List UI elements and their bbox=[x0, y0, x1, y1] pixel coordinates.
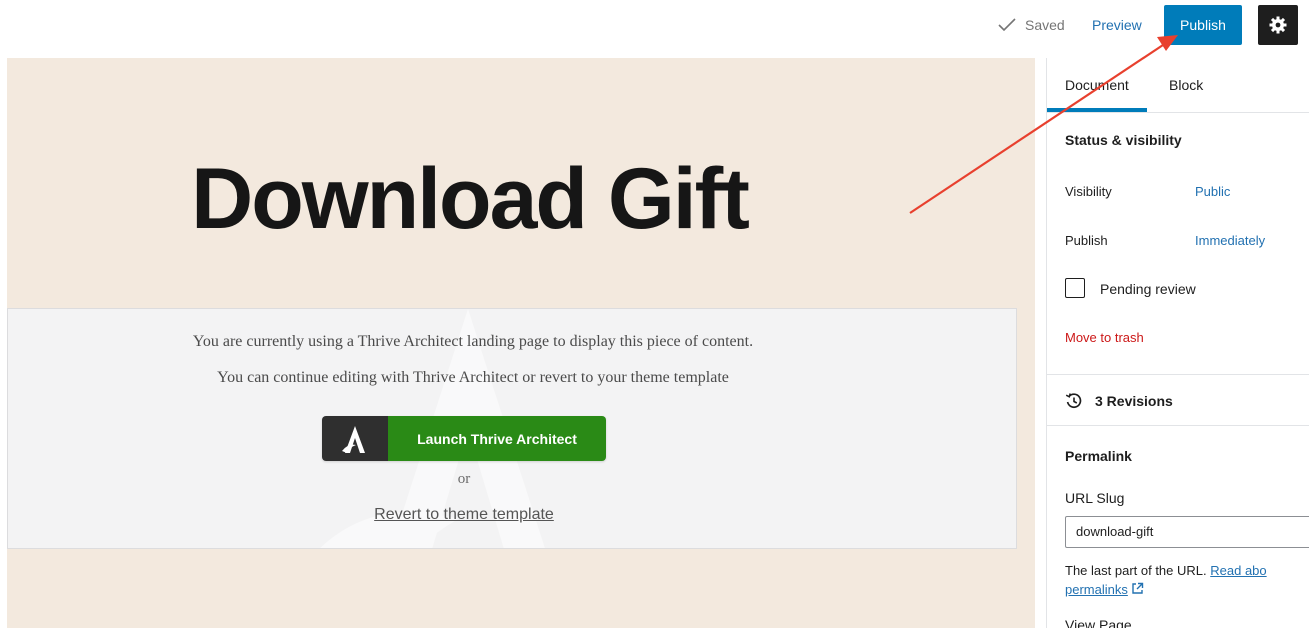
url-slug-input[interactable]: download-gift bbox=[1065, 516, 1309, 548]
move-to-trash-link[interactable]: Move to trash bbox=[1065, 330, 1144, 345]
status-visibility-heading[interactable]: Status & visibility bbox=[1065, 132, 1182, 148]
tab-block[interactable]: Block bbox=[1169, 77, 1203, 93]
editor-header: Saved Preview Publish bbox=[0, 0, 1309, 52]
settings-sidebar: Document Block Status & visibility Visib… bbox=[1046, 58, 1309, 628]
pending-review-checkbox[interactable] bbox=[1065, 278, 1085, 298]
publish-button[interactable]: Publish bbox=[1164, 5, 1242, 45]
page-title[interactable]: Download Gift bbox=[7, 156, 932, 242]
read-about-link[interactable]: Read abo bbox=[1210, 563, 1266, 578]
thrive-logo-icon bbox=[322, 416, 388, 461]
history-icon bbox=[1065, 393, 1082, 409]
divider bbox=[1047, 374, 1309, 375]
notice-line-1: You are currently using a Thrive Archite… bbox=[192, 333, 754, 350]
visibility-label: Visibility bbox=[1065, 184, 1112, 199]
checkmark-icon bbox=[998, 18, 1016, 32]
external-link-icon bbox=[1132, 582, 1144, 594]
url-slug-label: URL Slug bbox=[1065, 490, 1125, 506]
launch-thrive-architect-button[interactable]: Launch Thrive Architect bbox=[322, 416, 606, 461]
active-tab-indicator bbox=[1047, 108, 1147, 112]
pending-review-label[interactable]: Pending review bbox=[1100, 281, 1196, 297]
divider bbox=[1047, 425, 1309, 426]
revisions-label: 3 Revisions bbox=[1095, 393, 1173, 409]
saved-status: Saved bbox=[998, 14, 1065, 36]
notice-line-2: You can continue editing with Thrive Arc… bbox=[217, 369, 729, 386]
permalink-help-text: The last part of the URL. Read abo perma… bbox=[1065, 561, 1309, 599]
revert-template-link[interactable]: Revert to theme template bbox=[8, 506, 920, 524]
visibility-value[interactable]: Public bbox=[1195, 184, 1230, 199]
permalink-heading[interactable]: Permalink bbox=[1065, 448, 1132, 464]
or-separator: or bbox=[457, 471, 471, 487]
saved-label: Saved bbox=[1025, 17, 1065, 33]
sidebar-tabs: Document Block bbox=[1047, 58, 1309, 113]
revisions-link[interactable]: 3 Revisions bbox=[1065, 392, 1173, 410]
tab-document[interactable]: Document bbox=[1065, 77, 1129, 93]
settings-button[interactable] bbox=[1258, 5, 1298, 45]
thrive-architect-notice: You are currently using a Thrive Archite… bbox=[7, 308, 1017, 549]
preview-button[interactable]: Preview bbox=[1092, 14, 1142, 36]
publish-date-value[interactable]: Immediately bbox=[1195, 233, 1265, 248]
permalinks-link[interactable]: permalinks bbox=[1065, 582, 1128, 597]
help-text: The last part of the URL. bbox=[1065, 563, 1207, 578]
editor-canvas: Download Gift You are currently using a … bbox=[7, 58, 1035, 628]
view-page-label: View Page bbox=[1065, 617, 1132, 628]
launch-button-label: Launch Thrive Architect bbox=[388, 416, 606, 461]
publish-label: Publish bbox=[1065, 233, 1108, 248]
gear-icon bbox=[1269, 16, 1287, 34]
